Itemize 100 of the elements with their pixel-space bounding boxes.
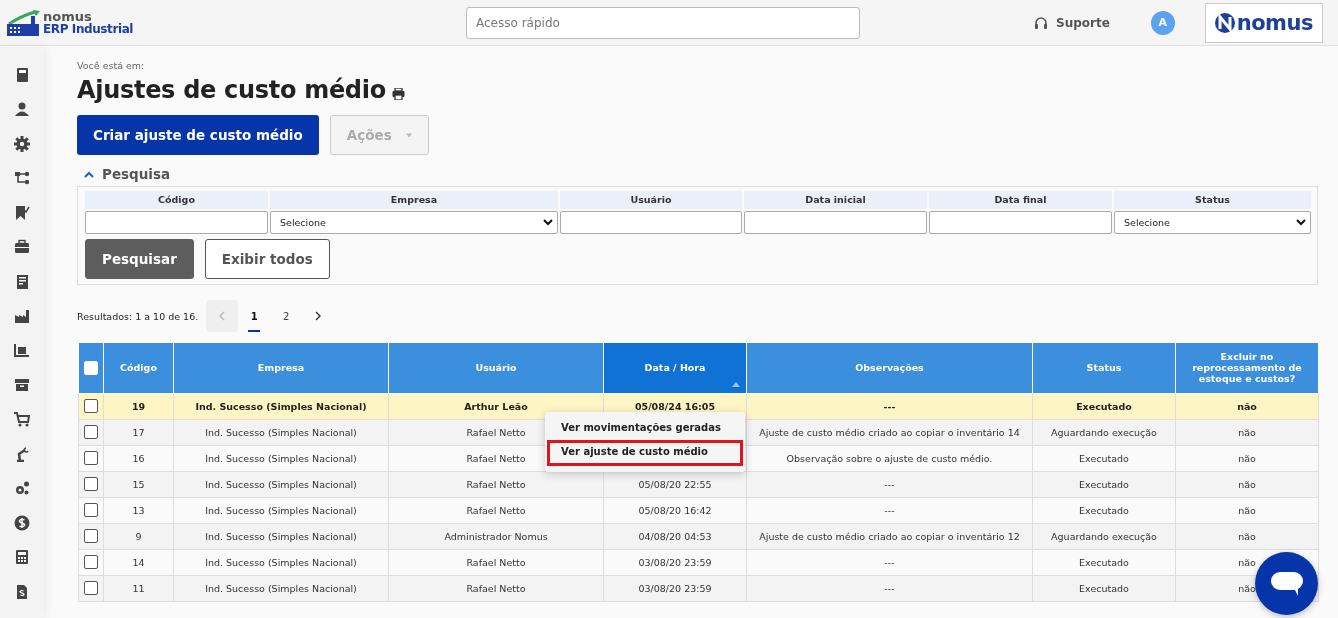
- row-checkbox[interactable]: [84, 503, 98, 517]
- table-cell: Ind. Sucesso (Simples Nacional): [205, 582, 357, 594]
- table-cell: Executado: [1079, 556, 1129, 568]
- file-dollar-icon[interactable]: [14, 583, 30, 600]
- table-cell: Rafael Netto: [466, 478, 526, 490]
- table-row[interactable]: 11 Ind. Sucesso (Simples Nacional) Rafael Netto 03/08/20 23:59 --- Executado não: [78, 575, 1319, 601]
- row-checkbox[interactable]: [84, 581, 98, 595]
- field-label: Data final: [929, 191, 1112, 209]
- table-cell: Administrador Nomus: [444, 530, 548, 542]
- row-checkbox[interactable]: [84, 555, 98, 569]
- brand-name: nomus: [1236, 10, 1313, 35]
- field-label: Usuário: [560, 191, 742, 209]
- table-cell: ---: [884, 556, 895, 568]
- row-checkbox[interactable]: [84, 477, 98, 491]
- table-cell: 17: [132, 426, 145, 438]
- create-button[interactable]: Criar ajuste de custo médio: [77, 115, 319, 155]
- search-toggle[interactable]: Pesquisa: [84, 165, 1318, 183]
- table-cell: Executado: [1079, 582, 1129, 594]
- table-cell: Executado: [1079, 478, 1129, 490]
- select-field[interactable]: Selecione: [270, 211, 558, 234]
- table-cell: Aguardando execução: [1051, 530, 1157, 542]
- print-icon[interactable]: [391, 88, 405, 100]
- field-label: Empresa: [270, 191, 558, 209]
- briefcase-icon[interactable]: [14, 239, 30, 256]
- person-icon[interactable]: [14, 101, 30, 118]
- table-cell: 14: [132, 556, 145, 568]
- book-icon[interactable]: [14, 67, 30, 83]
- archive-icon[interactable]: [14, 376, 30, 393]
- table-row[interactable]: 15 Ind. Sucesso (Simples Nacional) Rafael Netto 05/08/20 22:55 --- Executado não: [78, 471, 1319, 497]
- table-cell: Executado: [1076, 400, 1132, 412]
- dollar-icon[interactable]: [14, 514, 30, 531]
- table-row[interactable]: 19 Ind. Sucesso (Simples Nacional) Arthur Leão 05/08/24 16:05 --- Executado não: [78, 393, 1319, 419]
- table-cell: não: [1238, 556, 1256, 568]
- page-link[interactable]: 1: [248, 300, 261, 332]
- n-circle-icon: [1214, 11, 1235, 34]
- table-row[interactable]: 13 Ind. Sucesso (Simples Nacional) Rafael Netto 05/08/20 16:42 --- Executado não: [78, 497, 1319, 523]
- table-row[interactable]: 14 Ind. Sucesso (Simples Nacional) Rafael Netto 03/08/20 23:59 --- Executado não: [78, 549, 1319, 575]
- select-all-checkbox[interactable]: [84, 360, 98, 375]
- menu-item[interactable]: Ver movimentações geradas: [545, 418, 745, 438]
- table-cell: Ajuste de custo médio criado ao copiar o inventário 12: [759, 530, 1020, 542]
- row-checkbox[interactable]: [84, 399, 98, 413]
- table-cell: não: [1238, 452, 1256, 464]
- table-cell: 03/08/20 23:59: [638, 556, 712, 568]
- show-all-button[interactable]: Exibir todos: [204, 239, 330, 279]
- table-cell: não: [1238, 530, 1256, 542]
- table-cell: 05/08/24 16:05: [634, 400, 716, 412]
- table-cell: ---: [884, 582, 895, 594]
- table-cell: 13: [132, 504, 145, 516]
- table-cell: Ind. Sucesso (Simples Nacional): [205, 452, 357, 464]
- table-cell: Ind. Sucesso (Simples Nacional): [205, 530, 357, 542]
- table-cell: Arthur Leão: [464, 400, 528, 412]
- logo-subtitle: ERP Industrial: [43, 22, 134, 36]
- document-icon[interactable]: [14, 273, 30, 290]
- chevron-down-icon: [543, 219, 553, 226]
- table-cell: 16: [132, 452, 145, 464]
- table-cell: não: [1238, 582, 1256, 594]
- robot-arm-icon[interactable]: [14, 445, 30, 462]
- table-cell: não: [1237, 400, 1257, 412]
- table-cell: não: [1238, 426, 1256, 438]
- results-count: Resultados: 1 a 10 de 16.: [77, 310, 199, 322]
- row-checkbox[interactable]: [84, 529, 98, 543]
- sort-arrow-icon: [732, 381, 740, 387]
- table-cell: 15: [132, 478, 145, 490]
- calculator-icon[interactable]: [14, 549, 30, 566]
- page-link[interactable]: 2: [270, 300, 303, 332]
- table-cell: 9: [135, 530, 142, 542]
- table-cell: 05/08/20 16:42: [638, 504, 712, 516]
- quick-access-field[interactable]: Acesso rápido: [466, 6, 860, 39]
- input-field[interactable]: [85, 211, 268, 234]
- table-cell: Observação sobre o ajuste de custo médio.: [786, 452, 993, 464]
- table-cell: ---: [884, 504, 895, 516]
- table-row[interactable]: 9 Ind. Sucesso (Simples Nacional) Administrador Nomus 04/08/20 04:53 Ajuste de custo médio criado ao copiar o inventário 12 Aguardando execução não: [78, 523, 1319, 549]
- headset-icon: [1034, 15, 1048, 30]
- table-cell: Rafael Netto: [466, 426, 526, 438]
- support-link[interactable]: Suporte: [1034, 15, 1110, 30]
- table-cell: Rafael Netto: [466, 582, 526, 594]
- input-field[interactable]: [744, 211, 927, 234]
- input-field[interactable]: [560, 211, 742, 234]
- row-checkbox[interactable]: [84, 425, 98, 439]
- hierarchy-icon[interactable]: [14, 170, 30, 187]
- table-cell: não: [1238, 478, 1256, 490]
- input-field[interactable]: [929, 211, 1112, 234]
- chevron-left-icon: [219, 311, 226, 321]
- settings-icon[interactable]: [14, 135, 30, 152]
- row-checkbox[interactable]: [84, 451, 98, 465]
- table-cell: Ind. Sucesso (Simples Nacional): [205, 504, 357, 516]
- chevron-right-icon: [315, 311, 322, 321]
- logo-name: nomus: [43, 9, 92, 23]
- select-field[interactable]: Selecione: [1114, 211, 1311, 234]
- table-cell: Executado: [1079, 452, 1129, 464]
- table-cell: Aguardando execução: [1051, 426, 1157, 438]
- table-cell: 05/08/20 22:55: [638, 478, 712, 490]
- column-header[interactable]: Data / Hora: [603, 343, 747, 393]
- factory-icon[interactable]: [14, 308, 30, 325]
- bookmark-check-icon[interactable]: [14, 204, 30, 221]
- search-button[interactable]: Pesquisar: [85, 239, 194, 279]
- table-cell: Ind. Sucesso (Simples Nacional): [205, 426, 357, 438]
- table-cell: 11: [132, 582, 145, 594]
- table-cell: 19: [131, 400, 146, 412]
- cart-icon[interactable]: [14, 411, 30, 428]
